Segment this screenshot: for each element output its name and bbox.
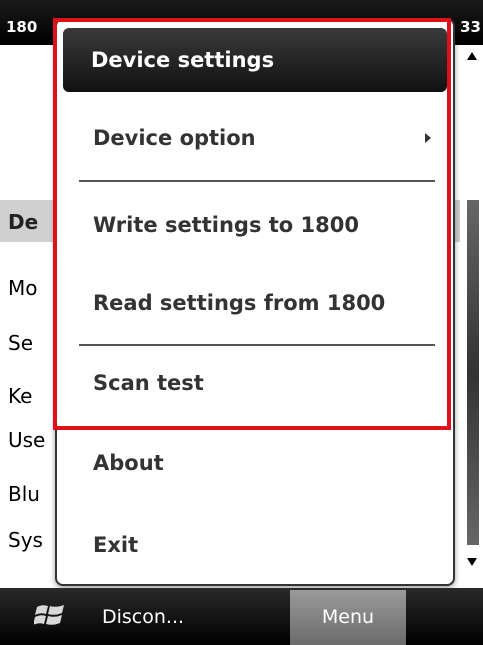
status-right-text: 33 <box>460 18 481 36</box>
status-left-text: 180 <box>6 18 38 36</box>
menu-separator <box>79 180 435 182</box>
softkey-disconnect[interactable]: Discon... <box>102 606 184 628</box>
menu-item-scan-test[interactable]: Scan test <box>65 350 441 416</box>
menu-item-exit[interactable]: Exit <box>65 514 441 576</box>
menu-separator <box>79 344 435 346</box>
menu-item-label: Exit <box>93 533 139 557</box>
menu-item-label: Device settings <box>91 48 275 72</box>
scroll-up-icon[interactable] <box>467 52 477 60</box>
softkey-menu[interactable]: Menu <box>290 606 406 628</box>
background-section-header-label: De <box>8 210 39 234</box>
menu-item-write-settings[interactable]: Write settings to 1800 <box>65 186 441 264</box>
menu-item-label: Scan test <box>93 371 204 395</box>
submenu-arrow-icon <box>425 133 431 143</box>
menu-item-label: About <box>93 451 164 475</box>
scroll-down-icon[interactable] <box>467 558 477 566</box>
scrollbar-thumb[interactable] <box>467 200 479 545</box>
menu-item-device-option[interactable]: Device option <box>65 98 441 178</box>
menu-item-label: Read settings from 1800 <box>93 291 386 315</box>
menu-item-label: Write settings to 1800 <box>93 213 359 237</box>
menu-item-device-settings[interactable]: Device settings <box>63 28 447 92</box>
softkey-bar <box>0 588 483 645</box>
menu-item-about[interactable]: About <box>65 432 441 494</box>
popup-menu: Device settings Device option Write sett… <box>55 18 455 586</box>
windows-logo-icon[interactable] <box>34 601 66 629</box>
menu-item-label: Device option <box>93 126 256 150</box>
menu-item-read-settings[interactable]: Read settings from 1800 <box>65 264 441 342</box>
